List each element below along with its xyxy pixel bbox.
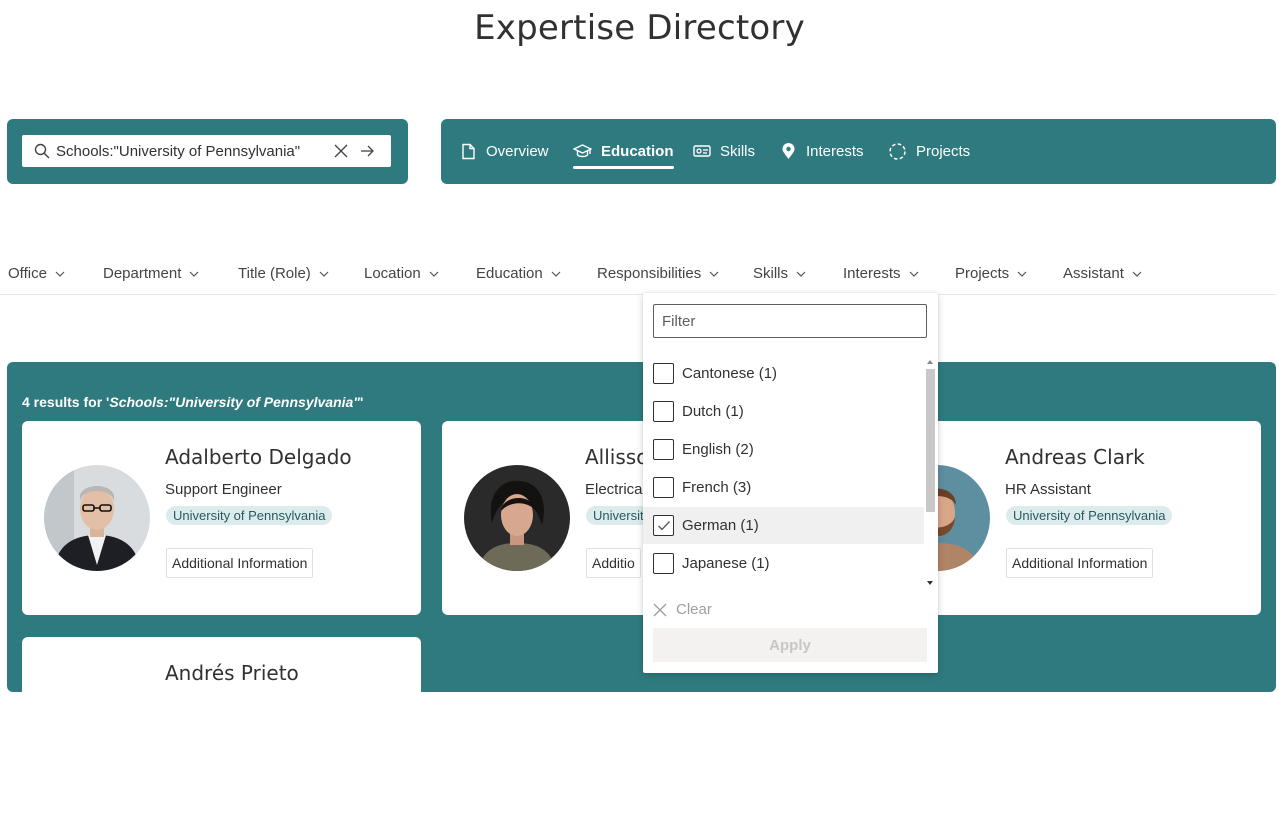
person-name[interactable]: Andreas Clark [1005,445,1145,469]
school-badge: University of Pennsylvania [1006,506,1173,525]
option-label: German (1) [682,517,759,534]
tab-label: Education [601,143,674,160]
results-panel: 4 results for 'Schools:"University of Pe… [7,362,1276,831]
person-role: HR Assistant [1005,481,1091,498]
tabs-panel: Overview Education Skills Interests Proj… [441,119,1276,184]
dropdown-option[interactable]: French (3) [643,469,924,506]
chevron-down-icon [189,271,199,277]
filter-projects[interactable]: Projects [955,265,1027,282]
filter-assistant[interactable]: Assistant [1063,265,1142,282]
avatar [464,465,570,571]
additional-info-button[interactable]: Additional Information [166,548,314,578]
skills-icon [693,145,711,157]
dropdown-option[interactable]: English (2) [643,431,924,468]
filter-bar: Office Department Title (Role) Location … [0,262,1276,295]
graduation-cap-icon [573,144,592,158]
arrow-right-icon[interactable] [359,143,375,159]
tab-label: Skills [720,143,756,160]
filter-responsibilities[interactable]: Responsibilities [597,265,719,282]
chevron-down-icon [319,271,329,277]
document-icon [462,143,475,160]
scrollbar-thumb[interactable] [926,369,935,512]
close-icon [653,603,667,616]
tab-projects[interactable]: Projects [888,135,970,168]
person-card[interactable]: Andrés Prieto [22,637,421,831]
chevron-down-icon [55,271,65,277]
checkbox[interactable] [653,363,674,384]
chevron-down-icon [1017,271,1027,277]
tab-education[interactable]: Education [573,135,674,169]
option-label: Dutch (1) [682,403,744,420]
tab-label: Interests [806,143,864,160]
clear-button[interactable]: Clear [653,601,712,618]
person-role: Support Engineer [165,481,282,498]
chevron-down-icon [429,271,439,277]
avatar [44,465,150,571]
option-label: Cantonese (1) [682,365,778,382]
page-title: Expertise Directory [474,8,805,48]
checkbox[interactable] [653,553,674,574]
dropdown-option[interactable]: German (1) [643,507,924,544]
tab-label: Projects [916,143,971,160]
apply-button[interactable]: Apply [653,628,927,662]
chevron-down-icon [1132,271,1142,277]
checkbox-checked[interactable] [653,515,674,536]
person-name[interactable]: Andrés Prieto [165,661,299,685]
person-name[interactable]: Adalberto Delgado [165,445,352,469]
chevron-down-icon [796,271,806,277]
dropdown-option[interactable]: Dutch (1) [643,393,924,430]
scroll-down-icon[interactable] [927,581,933,585]
progress-ring-icon [889,143,906,160]
search-panel [7,119,408,184]
person-role: Electrical [585,481,646,498]
tab-skills[interactable]: Skills [693,135,755,168]
search-box[interactable] [22,135,391,167]
search-icon [34,143,50,159]
filter-dropdown: Cantonese (1) Dutch (1) English (2) Fren… [643,293,938,673]
results-count: 4 results for 'Schools:"University of Pe… [22,394,364,410]
checkbox[interactable] [653,477,674,498]
chevron-down-icon [709,271,719,277]
location-pin-icon [782,143,795,159]
checkbox[interactable] [653,439,674,460]
person-card[interactable]: Adalberto Delgado Support Engineer Unive… [22,421,421,615]
search-input[interactable] [56,142,318,160]
dropdown-option-list: Cantonese (1) Dutch (1) English (2) Fren… [643,355,924,589]
filter-department[interactable]: Department [103,265,199,282]
additional-info-button[interactable]: Additio [586,548,641,578]
filter-office[interactable]: Office [8,265,65,282]
dropdown-filter-input[interactable] [653,304,927,338]
option-label: French (3) [682,479,752,496]
chevron-down-icon [551,271,561,277]
checkbox[interactable] [653,401,674,422]
dropdown-option[interactable]: Cantonese (1) [643,355,924,392]
additional-info-button[interactable]: Additional Information [1006,548,1154,578]
checkmark-icon [657,520,670,530]
filter-title-role[interactable]: Title (Role) [238,265,329,282]
school-badge: Universit [586,506,651,525]
school-badge: University of Pennsylvania [166,506,333,525]
tab-overview[interactable]: Overview [460,135,549,168]
filter-location[interactable]: Location [364,265,439,282]
filter-skills[interactable]: Skills [753,265,806,282]
scroll-up-icon[interactable] [927,360,933,364]
chevron-down-icon [909,271,918,277]
tab-label: Overview [486,143,549,160]
clear-icon[interactable] [333,143,349,159]
option-label: Japanese (1) [682,555,770,572]
filter-education[interactable]: Education [476,265,561,282]
tab-interests[interactable]: Interests [780,135,864,168]
option-label: English (2) [682,441,754,458]
filter-interests[interactable]: Interests [843,265,919,282]
dropdown-option[interactable]: Japanese (1) [643,545,924,582]
scrollbar[interactable] [924,355,936,589]
